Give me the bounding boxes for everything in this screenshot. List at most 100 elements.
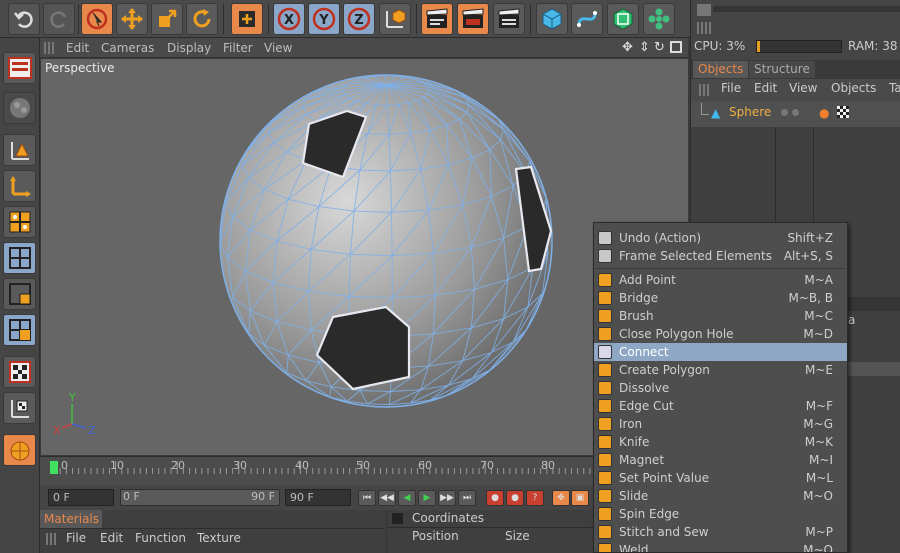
prev-key-icon[interactable]: ◀◀ — [378, 490, 396, 506]
polygons-mode-icon[interactable] — [3, 314, 36, 346]
object-name[interactable]: Sphere — [729, 105, 771, 119]
keyframe-selection-icon[interactable]: ? — [526, 490, 544, 506]
objects-menu-objects[interactable]: Objects — [831, 81, 876, 95]
frame-range-slider[interactable]: 0 F 90 F — [120, 489, 280, 506]
viewport-zoom-icon[interactable]: ⇕ — [639, 40, 650, 55]
scale-key-icon[interactable]: ▣ — [571, 490, 589, 506]
position-key-icon[interactable]: ✥ — [552, 490, 570, 506]
move-icon[interactable] — [116, 3, 148, 35]
play-reverse-icon[interactable]: ◀ — [398, 490, 416, 506]
texture-tag-icon[interactable] — [837, 106, 849, 118]
materials-menu-file[interactable]: File — [66, 531, 86, 545]
object-axis-icon[interactable] — [3, 170, 36, 202]
viewport-menu-filter[interactable]: Filter — [223, 41, 253, 55]
next-key-icon[interactable]: ▶▶ — [438, 490, 456, 506]
menu-item-label: Brush — [619, 309, 654, 323]
tab-objects[interactable]: Objects — [693, 61, 749, 78]
viewport-maximize-icon[interactable] — [670, 41, 682, 53]
redo-icon[interactable] — [43, 3, 75, 35]
objects-menu-file[interactable]: File — [721, 81, 741, 95]
viewport-menu-edit[interactable]: Edit — [66, 41, 89, 55]
context-menu-item[interactable]: Set Point Value M~L — [594, 469, 847, 487]
viewport-menu-cameras[interactable]: Cameras — [101, 41, 154, 55]
rotate-icon[interactable] — [186, 3, 218, 35]
sphere-object-row[interactable]: ▲ Sphere ● — [691, 101, 900, 127]
points-mode-icon[interactable] — [3, 242, 36, 274]
context-menu-item[interactable]: Add Point M~A — [594, 271, 847, 289]
tick-label: 40 — [295, 459, 309, 472]
materials-menu-function[interactable]: Function — [135, 531, 186, 545]
context-menu-item[interactable]: Undo (Action) Shift+Z — [594, 229, 847, 247]
context-menu-item[interactable]: Close Polygon Hole M~D — [594, 325, 847, 343]
spline-icon[interactable] — [571, 3, 603, 35]
materials-tab[interactable]: Materials — [40, 510, 102, 528]
panel-handle-icon — [392, 513, 403, 524]
autokey-icon[interactable]: ● — [506, 490, 524, 506]
goto-start-icon[interactable]: ⏮ — [358, 490, 376, 506]
record-icon[interactable]: ● — [486, 490, 504, 506]
context-menu-item[interactable]: Spin Edge — [594, 505, 847, 523]
play-icon[interactable]: ▶ — [418, 490, 436, 506]
undo-icon[interactable] — [8, 3, 40, 35]
perspective-viewport[interactable] — [41, 59, 688, 455]
render-settings-icon[interactable] — [493, 3, 525, 35]
viewport-menu-view[interactable]: View — [264, 41, 292, 55]
tab-structure[interactable]: Structure — [749, 61, 815, 78]
context-menu-item[interactable]: Edge Cut M~F — [594, 397, 847, 415]
nurbs-icon[interactable] — [607, 3, 639, 35]
array-icon[interactable] — [643, 3, 675, 35]
viewport-menu-display[interactable]: Display — [167, 41, 211, 55]
scale-icon[interactable] — [151, 3, 183, 35]
world-coords-icon[interactable] — [379, 3, 411, 35]
cube-icon[interactable] — [536, 3, 568, 35]
render-picture-icon[interactable] — [457, 3, 489, 35]
context-menu-item[interactable]: Iron M~G — [594, 415, 847, 433]
z-axis-icon[interactable]: Z — [343, 3, 375, 35]
render-view-icon[interactable] — [421, 3, 453, 35]
live-selection-icon[interactable] — [81, 3, 113, 35]
axis-gizmo: Y X Z — [53, 391, 96, 437]
visibility-editor-dot[interactable] — [781, 109, 788, 116]
tick-label: 0 — [61, 459, 68, 472]
viewport-rotate-icon[interactable]: ↻ — [654, 40, 665, 55]
coord-system-icon[interactable] — [231, 3, 263, 35]
objects-menu-edit[interactable]: Edit — [754, 81, 777, 95]
x-axis-icon[interactable]: X — [273, 3, 305, 35]
menu-item-shortcut: M~E — [805, 363, 833, 377]
menu-item-label: Iron — [619, 417, 643, 431]
checker-icon[interactable] — [3, 356, 36, 388]
model-mode-icon[interactable] — [3, 134, 36, 166]
sphere-wireframe[interactable] — [41, 59, 688, 455]
end-frame-field[interactable]: 90 F — [285, 489, 351, 506]
context-menu-item[interactable]: Create Polygon M~E — [594, 361, 847, 379]
context-menu-item[interactable]: Dissolve — [594, 379, 847, 397]
viewport-move-icon[interactable]: ✥ — [622, 40, 633, 55]
context-menu-item[interactable]: Bridge M~B, B — [594, 289, 847, 307]
objects-menu-view[interactable]: View — [789, 81, 817, 95]
materials-menu-texture[interactable]: Texture — [197, 531, 241, 545]
goto-end-icon[interactable]: ⏭ — [458, 490, 476, 506]
brush-icon — [598, 309, 612, 323]
context-menu-item[interactable]: Slide M~O — [594, 487, 847, 505]
snap-icon[interactable] — [3, 434, 36, 466]
sculpt-icon[interactable] — [3, 92, 36, 124]
y-axis-icon[interactable]: Y — [308, 3, 340, 35]
context-menu-item[interactable]: Brush M~C — [594, 307, 847, 325]
edges-mode-icon[interactable] — [3, 278, 36, 310]
context-menu-item[interactable]: Stitch and Sew M~P — [594, 523, 847, 541]
visibility-render-dot[interactable] — [792, 109, 799, 116]
menu-item-label: Bridge — [619, 291, 659, 305]
layout-icon[interactable] — [3, 52, 36, 84]
context-menu-item[interactable]: Frame Selected Elements Alt+S, S — [594, 247, 847, 265]
context-menu-item[interactable]: Magnet M~I — [594, 451, 847, 469]
texture-mode-icon[interactable] — [3, 206, 36, 238]
workplane-icon[interactable] — [3, 392, 36, 424]
phong-tag-icon[interactable]: ● — [819, 106, 829, 120]
objects-menu-tags[interactable]: Ta — [889, 81, 900, 95]
start-frame-field[interactable]: 0 F — [48, 489, 114, 506]
context-menu-item[interactable]: Connect — [594, 343, 847, 361]
context-menu-item[interactable]: Knife M~K — [594, 433, 847, 451]
materials-menu-edit[interactable]: Edit — [100, 531, 123, 545]
context-menu-item[interactable]: Weld M~Q — [594, 541, 847, 552]
menu-item-label: Undo (Action) — [619, 231, 702, 245]
